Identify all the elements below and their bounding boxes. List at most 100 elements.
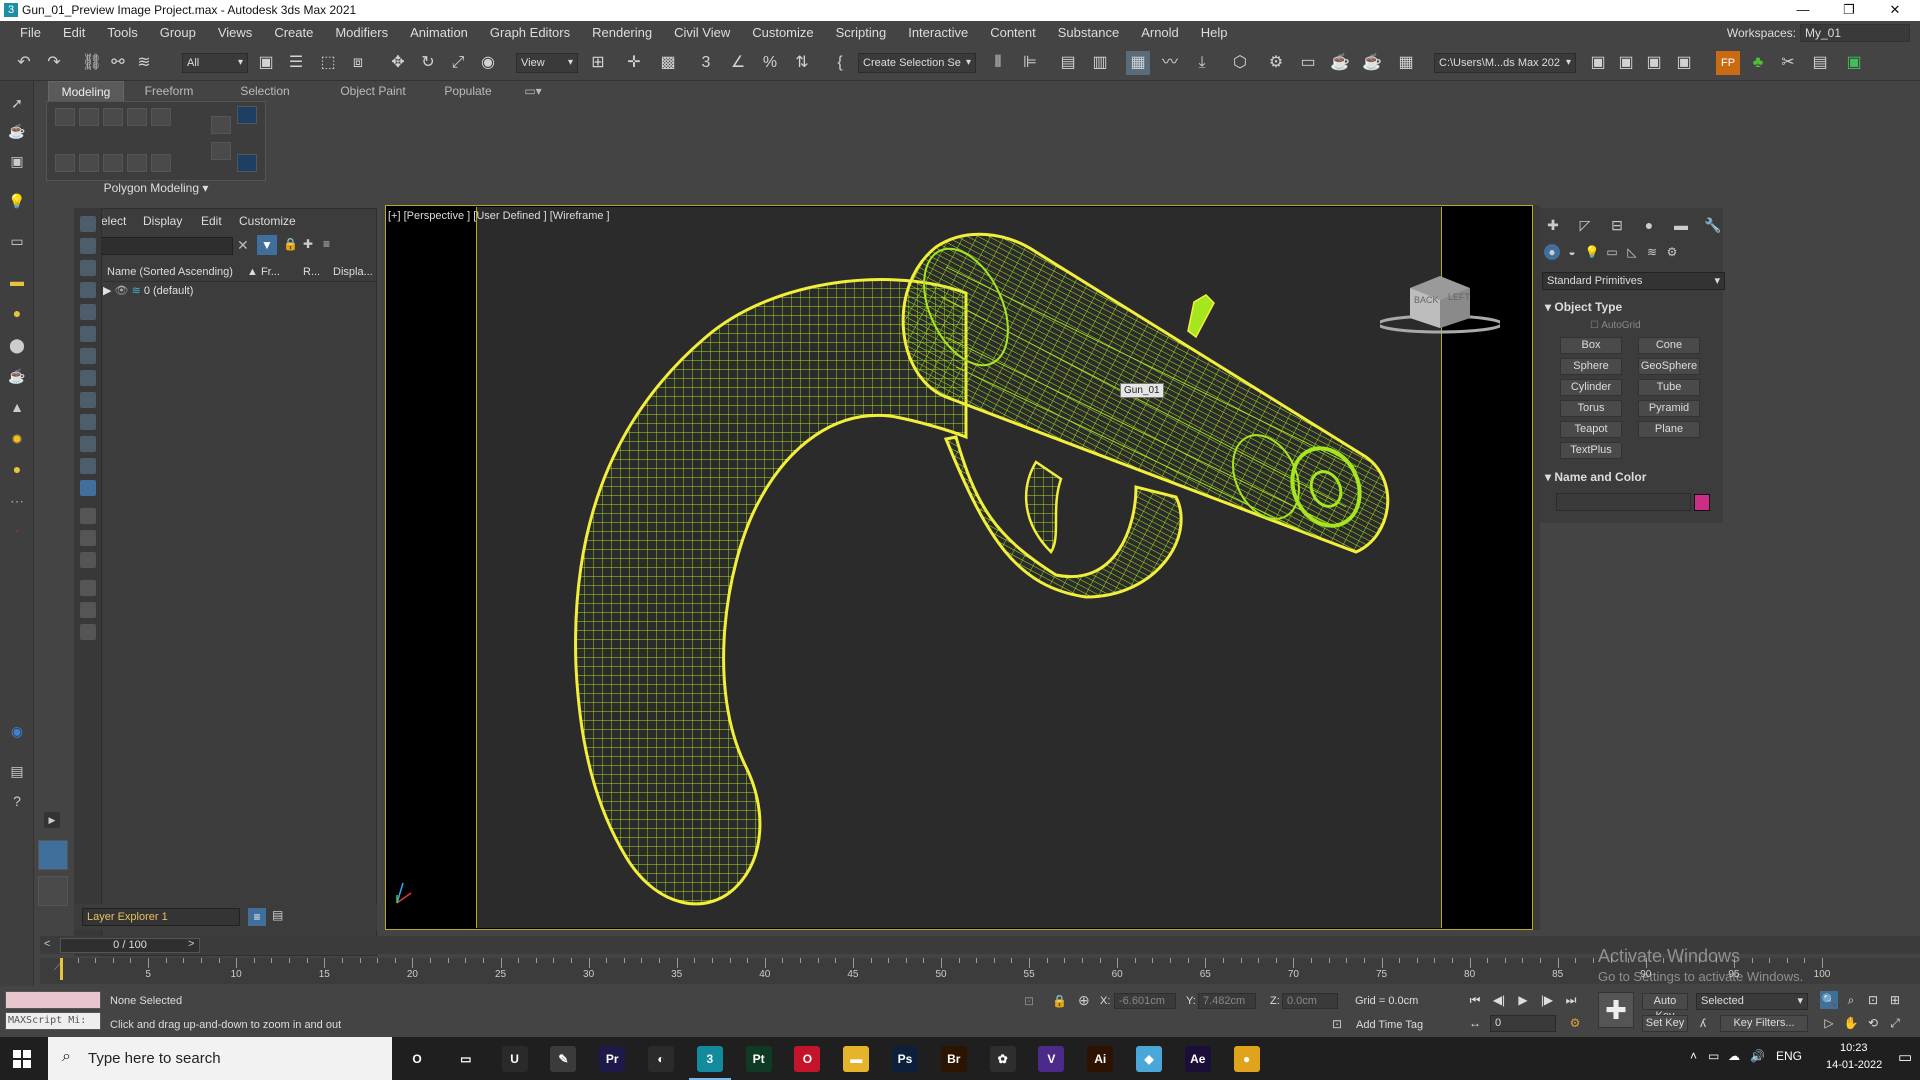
pan-icon[interactable]: ✋ [1842, 1014, 1860, 1032]
textplus-button[interactable]: TextPlus [1560, 442, 1622, 459]
layer-explorer-icon[interactable]: ▥ [1088, 51, 1112, 75]
tree-icon[interactable]: ♣ [1746, 51, 1770, 75]
link-icon[interactable]: ⛓ [80, 51, 104, 75]
grid-icon[interactable]: ▤ [1808, 51, 1832, 75]
window-crossing-icon[interactable]: ⧈ [346, 51, 370, 75]
play-icon[interactable]: ▶ [1514, 991, 1532, 1009]
helpers-category-icon[interactable]: ◺ [1624, 244, 1640, 260]
display-cameras-icon[interactable] [80, 282, 96, 298]
shapes-category-icon[interactable]: ◒ [1564, 244, 1580, 260]
3dsmax-icon[interactable]: 3 [688, 1046, 731, 1080]
layer-explorer-dropdown[interactable]: Layer Explorer 1 [82, 908, 240, 926]
object-type-rollout[interactable]: ▾ Object Type [1545, 300, 1723, 314]
time-slider-thumb[interactable]: 0 / 100 [60, 938, 200, 953]
object-name-field[interactable] [1556, 493, 1691, 511]
fov-icon[interactable]: ▷ [1820, 1014, 1838, 1032]
bind-space-warp-icon[interactable]: ≋ [132, 51, 156, 75]
marker-icon[interactable]: ᐧ [7, 521, 27, 541]
menu-arnold[interactable]: Arnold [1131, 21, 1191, 45]
ribbon-tool-icon[interactable] [103, 154, 123, 172]
plane-button[interactable]: Plane [1638, 421, 1700, 438]
column-display[interactable]: Displa... [333, 266, 373, 278]
rendered-frame-icon[interactable]: ▭ [1296, 51, 1320, 75]
selection-filter-dropdown[interactable]: All [182, 53, 248, 73]
primitive-category-dropdown[interactable]: Standard Primitives ▾ [1542, 272, 1725, 290]
task-view-icon[interactable]: ▭ [452, 1046, 479, 1072]
unreal-icon[interactable]: U [501, 1046, 528, 1072]
render-iterative-icon[interactable]: ☕ [1360, 51, 1384, 75]
placement-icon[interactable]: ◉ [476, 51, 500, 75]
help-icon[interactable]: ? [7, 791, 27, 811]
time-next-icon[interactable]: > [188, 938, 194, 950]
menu-scripting[interactable]: Scripting [826, 21, 899, 45]
curve-editor-icon[interactable]: 〰 [1158, 51, 1182, 75]
premiere-icon[interactable]: Pr [599, 1046, 626, 1072]
close-button[interactable]: ✕ [1872, 0, 1918, 21]
box-icon[interactable]: ▬ [7, 271, 27, 291]
ribbon-tool-icon[interactable] [151, 154, 171, 172]
workspace-value[interactable]: My_01 [1800, 24, 1910, 42]
go-to-end-icon[interactable]: ⏭ [1562, 991, 1580, 1009]
align-icon[interactable]: ⊫ [1018, 51, 1042, 75]
menu-substance[interactable]: Substance [1048, 21, 1131, 45]
rotate-icon[interactable]: ↻ [416, 51, 440, 75]
utilities-tab-icon[interactable]: 🔧 [1704, 216, 1722, 234]
minimize-button[interactable]: — [1780, 0, 1826, 21]
windows-start-icon[interactable] [12, 1049, 32, 1069]
menu-graph-editors[interactable]: Graph Editors [480, 21, 582, 45]
systems-category-icon[interactable]: ⚙ [1664, 244, 1680, 260]
project-settings-icon[interactable]: ▣ [1672, 51, 1696, 75]
render-cloud-icon[interactable]: ▦ [1394, 51, 1418, 75]
clock-date[interactable]: 14-01-2022 [1826, 1059, 1882, 1071]
cylinder-icon[interactable]: ⬤ [7, 335, 27, 355]
select-manipulate-icon[interactable]: ✛ [622, 51, 646, 75]
teapot-icon[interactable]: ☕ [7, 121, 27, 141]
key-mode-toggle-icon[interactable]: ↔ [1466, 1014, 1484, 1032]
mirror-icon[interactable]: ⫴ [986, 51, 1010, 75]
viewcube[interactable]: BACK LEFT [1376, 266, 1504, 336]
reference-coord-dropdown[interactable]: View [516, 53, 578, 73]
maxscript-mini-listener[interactable]: MAXScript Mi: [5, 1012, 101, 1030]
bridge-icon[interactable]: Br [940, 1046, 967, 1072]
sort-layers-icon[interactable]: ≡ [248, 908, 266, 926]
volume-icon[interactable]: 🔊 [1750, 1049, 1765, 1063]
taskbar-search[interactable]: ⌕ Type here to search [48, 1037, 392, 1080]
ribbon-tool-icon[interactable] [151, 108, 171, 126]
box-button[interactable]: Box [1560, 337, 1622, 354]
column-name[interactable]: Name (Sorted Ascending) [107, 266, 233, 278]
container-icon[interactable] [80, 624, 96, 640]
sphere-button[interactable]: Sphere [1560, 358, 1622, 375]
viewport-layout[interactable] [38, 876, 68, 906]
display-xrefs-icon[interactable] [80, 370, 96, 386]
illustrator-icon[interactable]: Ai [1087, 1046, 1114, 1072]
previous-frame-icon[interactable]: ◀| [1490, 991, 1508, 1009]
display-all-icon[interactable] [80, 216, 96, 232]
viewcube-left-face[interactable]: LEFT [1448, 292, 1470, 302]
cameras-category-icon[interactable]: ▭ [1604, 244, 1620, 260]
app-icon[interactable]: ✿ [989, 1046, 1016, 1072]
menu-rendering[interactable]: Rendering [582, 21, 664, 45]
explorer-menu-customize[interactable]: Customize [239, 214, 296, 228]
maxscript-listener-input[interactable] [5, 991, 101, 1009]
obs-icon[interactable]: ◐ [648, 1046, 674, 1072]
display-containers-icon[interactable] [80, 414, 96, 430]
tab-object-paint[interactable]: Object Paint [326, 81, 420, 101]
modify-tab-icon[interactable]: ◸ [1576, 216, 1594, 234]
spinner-snap-icon[interactable]: ⇅ [790, 51, 814, 75]
ribbon-active-tool-icon[interactable] [237, 154, 257, 172]
file-explorer-icon[interactable]: ▬ [843, 1046, 870, 1072]
inkscape-icon[interactable]: ✎ [550, 1046, 577, 1072]
menu-modifiers[interactable]: Modifiers [325, 21, 400, 45]
network-icon[interactable]: ▭ [1708, 1049, 1719, 1063]
render-setup-icon[interactable]: ⚙ [1264, 51, 1288, 75]
clear-search-icon[interactable]: ✕ [237, 237, 249, 254]
orbit-icon[interactable]: ⟲ [1864, 1014, 1882, 1032]
gun-wireframe-model[interactable] [476, 207, 1442, 928]
schematic-view-icon[interactable]: ⤓ [1190, 51, 1214, 75]
menu-tools[interactable]: Tools [97, 21, 149, 45]
keyboard-shortcut-icon[interactable]: ▩ [656, 51, 680, 75]
expand-arrow-icon[interactable]: ▶ [103, 285, 111, 297]
angle-snap-icon[interactable]: ∠ [726, 51, 750, 75]
cylinder-button[interactable]: Cylinder [1560, 379, 1622, 396]
clock-time[interactable]: 10:23 [1840, 1042, 1868, 1054]
